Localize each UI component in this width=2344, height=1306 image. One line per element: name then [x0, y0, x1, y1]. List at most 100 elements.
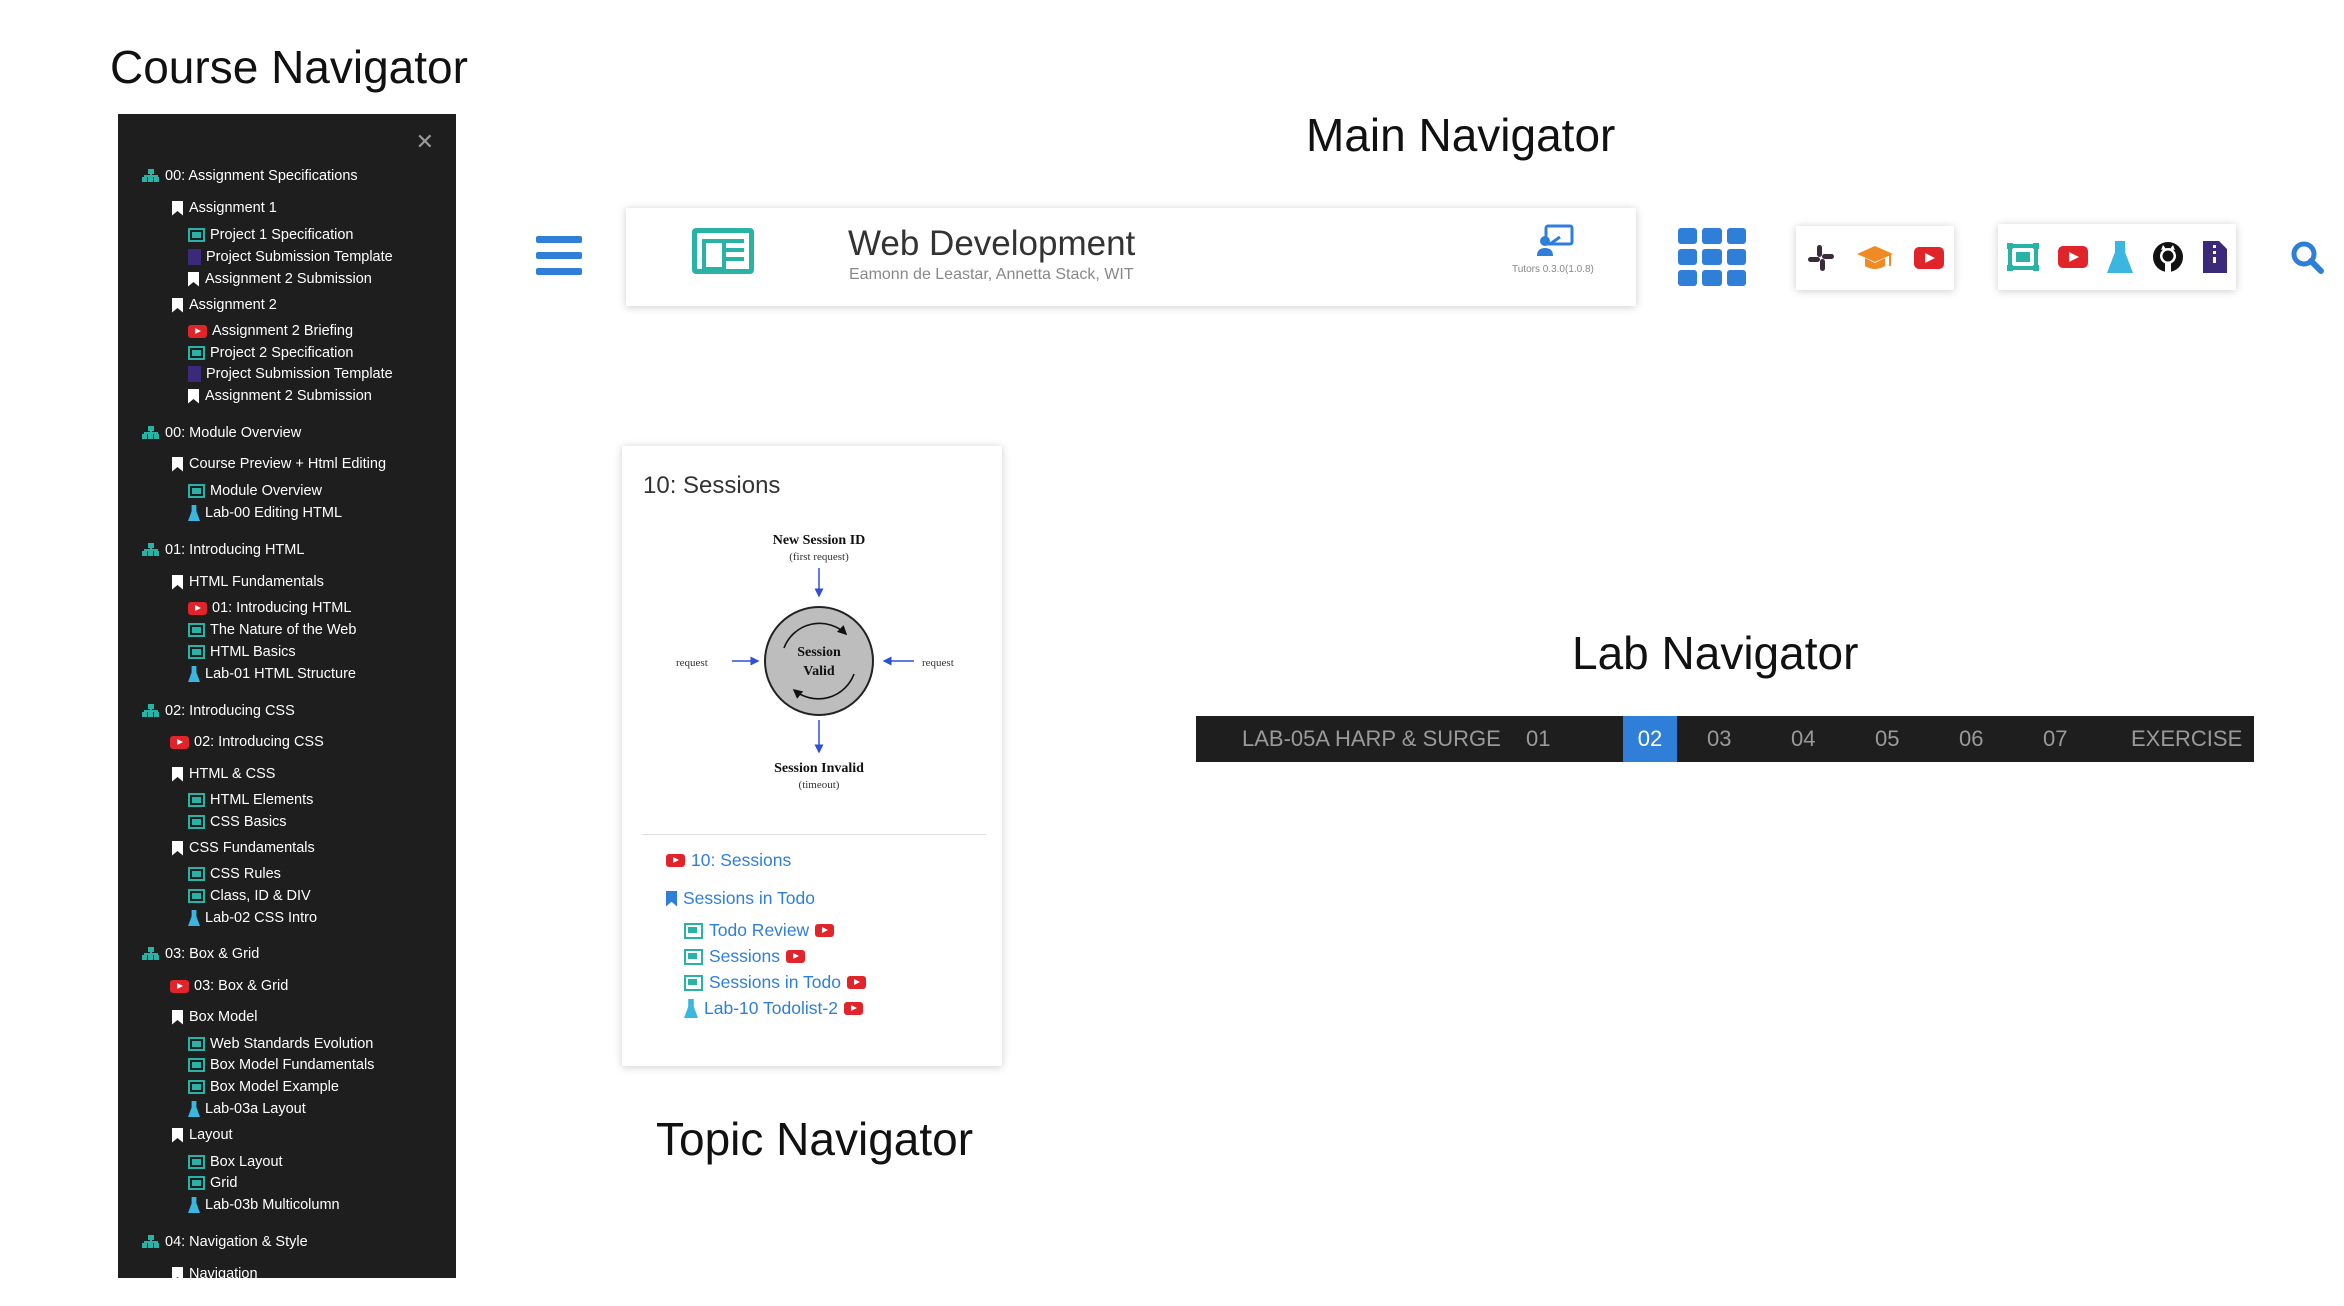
lab-icon [188, 1101, 200, 1117]
course-lo-item[interactable]: Project 2 Specification [188, 345, 353, 361]
course-lo-item[interactable]: 01: Introducing HTML [188, 600, 351, 616]
course-lo-item[interactable]: Project Submission Template [188, 249, 393, 265]
course-topic-item[interactable]: 00: Module Overview [142, 425, 301, 441]
video-icon [188, 324, 207, 338]
lab-step-04[interactable]: 04 [1791, 716, 1815, 762]
course-topic-item[interactable]: 04: Navigation & Style [142, 1234, 308, 1250]
youtube-icon[interactable] [786, 950, 806, 963]
topic-lo-label: Sessions [709, 946, 781, 966]
course-lo-item[interactable]: Lab-03b Multicolumn [188, 1197, 340, 1213]
course-lo-item[interactable]: Lab-03a Layout [188, 1101, 306, 1117]
bookmark-icon [172, 1009, 183, 1025]
course-unit-item[interactable]: Assignment 1 [172, 200, 277, 216]
search-icon[interactable] [2290, 240, 2324, 274]
course-item-label: Assignment 1 [189, 200, 277, 216]
course-unit-item[interactable]: Layout [172, 1127, 233, 1143]
course-item-label: Lab-01 HTML Structure [205, 666, 356, 682]
lab-step-06[interactable]: 06 [1959, 716, 1983, 762]
course-lo-item[interactable]: The Nature of the Web [188, 622, 356, 638]
lab-step-03[interactable]: 03 [1707, 716, 1731, 762]
course-item-label: HTML Elements [210, 792, 314, 808]
talk-icon [188, 346, 205, 360]
course-lo-item[interactable]: Box Layout [188, 1154, 283, 1170]
course-topic-item[interactable]: 03: Box & Grid [142, 946, 259, 962]
topic-unit-link[interactable]: Sessions in Todo [666, 888, 815, 909]
course-unit-item[interactable]: Course Preview + Html Editing [172, 456, 386, 472]
diagram-left-label: request [676, 657, 708, 669]
lab-navigator-bar: LAB-05A HARP & SURGE 01 02 03 04 05 06 07 EXERC… [1196, 716, 2254, 762]
course-lo-item[interactable]: Assignment 2 Submission [188, 271, 372, 287]
topic-lo-item[interactable]: Todo Review [684, 920, 835, 941]
sitemap-icon [142, 1235, 160, 1249]
course-lo-item[interactable]: CSS Rules [188, 866, 281, 882]
tutors-icon[interactable] [1536, 224, 1576, 256]
lab-wall-icon[interactable] [2106, 241, 2133, 273]
topic-lo-item[interactable]: Sessions [684, 946, 806, 967]
topic-lo-item[interactable]: Sessions in Todo [684, 972, 866, 993]
course-topic-item[interactable]: 00: Assignment Specifications [142, 168, 358, 184]
caption-course-navigator: Course Navigator [110, 41, 468, 93]
course-lo-item[interactable]: Box Model Fundamentals [188, 1057, 374, 1073]
lab-step-07[interactable]: 07 [2043, 716, 2067, 762]
youtube-icon[interactable] [1914, 247, 1944, 269]
course-unit-item[interactable]: Box Model [172, 1009, 258, 1025]
topic-title[interactable]: 10: Sessions [643, 472, 780, 500]
lab-step-02[interactable]: 02 [1623, 716, 1677, 762]
topic-video-link[interactable]: 10: Sessions [666, 850, 791, 871]
course-topic-item[interactable]: 02: Introducing CSS [142, 703, 295, 719]
course-unit-item[interactable]: HTML & CSS [172, 766, 275, 782]
course-unit-item[interactable]: 03: Box & Grid [170, 978, 288, 994]
caption-topic-navigator: Topic Navigator [656, 1113, 974, 1165]
course-lo-item[interactable]: Box Model Example [188, 1079, 339, 1095]
course-lo-item[interactable]: Web Standards Evolution [188, 1036, 373, 1052]
course-title[interactable]: Web Development [848, 224, 1135, 264]
course-item-label: Assignment 2 [189, 297, 277, 313]
topic-lo-label: Sessions in Todo [709, 972, 841, 992]
companions-bar [1796, 226, 1954, 290]
github-icon[interactable] [2152, 241, 2184, 273]
apps-grid-icon[interactable] [1678, 228, 1746, 286]
graduation-cap-icon[interactable] [1856, 244, 1894, 272]
course-lo-item[interactable]: Project 1 Specification [188, 227, 353, 243]
course-lo-item[interactable]: CSS Basics [188, 814, 287, 830]
talk-icon [188, 228, 205, 242]
course-lo-item[interactable]: Assignment 2 Briefing [188, 323, 353, 339]
course-topic-item[interactable]: 01: Introducing HTML [142, 542, 304, 558]
course-lo-item[interactable]: HTML Basics [188, 644, 296, 660]
course-unit-item[interactable]: CSS Fundamentals [172, 840, 315, 856]
course-lo-item[interactable]: Module Overview [188, 483, 322, 499]
course-lo-item[interactable]: Class, ID & DIV [188, 888, 311, 904]
course-lo-item[interactable]: Lab-02 CSS Intro [188, 910, 317, 926]
course-lo-item[interactable]: HTML Elements [188, 792, 313, 808]
course-unit-item[interactable]: Assignment 2 [172, 297, 277, 313]
course-unit-item[interactable]: HTML Fundamentals [172, 574, 324, 590]
file-icon [188, 366, 201, 382]
course-lo-item[interactable]: Project Submission Template [188, 366, 393, 382]
lab-step-exercise[interactable]: EXERCISE [2131, 716, 2242, 762]
youtube-icon[interactable] [843, 1002, 863, 1015]
bookmark-icon [172, 574, 183, 590]
lab-icon [188, 666, 200, 682]
talk-icon [684, 922, 703, 939]
youtube-wall-icon[interactable] [2058, 246, 2089, 268]
topic-lo-item[interactable]: Lab-10 Todolist-2 [684, 998, 863, 1019]
youtube-icon[interactable] [847, 976, 866, 989]
close-icon[interactable]: ✕ [416, 132, 434, 154]
course-lo-item[interactable]: Assignment 2 Submission [188, 388, 372, 404]
course-item-label: Layout [189, 1127, 233, 1143]
course-lo-item[interactable]: Lab-01 HTML Structure [188, 666, 356, 682]
youtube-icon[interactable] [815, 924, 835, 937]
course-unit-item[interactable]: Navigation [172, 1266, 258, 1278]
menu-toggle-button[interactable] [536, 236, 582, 276]
course-navigator-panel: ✕ 00: Assignment Specifications Assignmen… [118, 114, 456, 1278]
archive-icon[interactable] [2202, 241, 2227, 273]
lab-step-05[interactable]: 05 [1875, 716, 1899, 762]
lab-title[interactable]: LAB-05A HARP & SURGE [1242, 716, 1501, 762]
course-unit-item[interactable]: 02: Introducing CSS [170, 734, 324, 750]
talk-wall-icon[interactable] [2007, 243, 2040, 271]
lab-step-01[interactable]: 01 [1526, 716, 1550, 762]
slack-icon[interactable] [1806, 243, 1836, 273]
course-lo-item[interactable]: Grid [188, 1175, 237, 1191]
course-lo-item[interactable]: Lab-00 Editing HTML [188, 505, 342, 521]
course-item-label: Assignment 2 Submission [205, 388, 372, 404]
